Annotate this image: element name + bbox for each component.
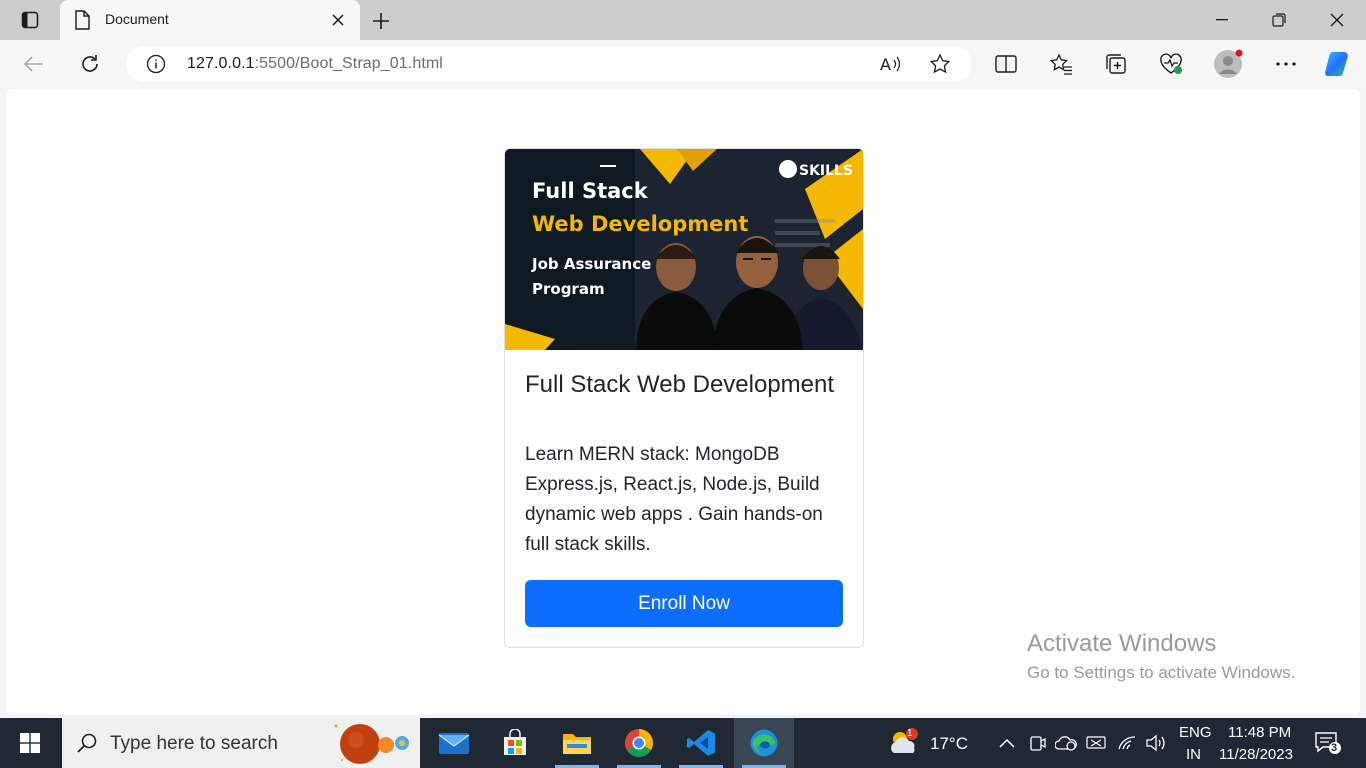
wifi-icon[interactable] [1116,732,1138,754]
search-placeholder: Type here to search [110,733,278,754]
banner-line4: Program [532,280,605,298]
activate-windows-title: Activate Windows [1027,630,1217,657]
weather-icon[interactable] [888,727,922,759]
favorites-icon[interactable] [1045,49,1077,79]
close-window-icon[interactable] [1314,4,1360,36]
banner-line1: Full Stack [532,179,649,203]
document-icon [74,10,92,30]
volume-speaker-icon[interactable] [1145,732,1167,754]
new-tab-icon[interactable] [368,8,394,34]
file-explorer-icon[interactable] [547,718,607,768]
input-language-top[interactable]: ENG [1179,724,1212,741]
taskbar-search-box[interactable]: Type here to search [62,718,420,768]
enroll-now-button[interactable]: Enroll Now [525,580,843,627]
show-hidden-icons-chevron-up-icon[interactable] [996,732,1018,754]
site-info-icon[interactable] [146,54,166,79]
input-language-bottom[interactable]: IN [1186,746,1201,763]
browser-toolbar: 127.0.0.1:5500/Boot_Strap_01.html A [0,40,1366,88]
browser-titlebar: Document [0,0,1366,40]
url-host: 127.0.0.1 [187,55,255,72]
back-icon[interactable] [18,49,50,79]
page-viewport: SKILLS Full Stack Web Development Job As… [6,89,1360,715]
onedrive-cloud-icon[interactable] [1055,732,1077,754]
close-tab-icon[interactable] [328,10,348,30]
vscode-app-icon[interactable] [671,718,731,768]
profile-avatar-icon[interactable] [1212,49,1244,79]
collections-icon[interactable] [1100,49,1132,79]
card-description: Learn MERN stack: MongoDB Express.js, Re… [525,444,823,555]
refresh-icon[interactable] [74,49,106,79]
url-path: :5500/Boot_Strap_01.html [254,55,443,72]
address-bar[interactable]: 127.0.0.1:5500/Boot_Strap_01.html A [126,46,972,82]
meet-now-icon[interactable] [1026,732,1048,754]
svg-text:A: A [880,55,891,74]
banner-brand: SKILLS [799,163,853,179]
network-connection-icon[interactable] [1085,732,1107,754]
more-options-icon[interactable] [1270,49,1302,79]
notification-center-icon[interactable] [1314,730,1342,756]
copilot-icon[interactable] [1322,49,1354,79]
notification-count-badge: 3 [1331,742,1338,754]
banner-line2: Web Development [532,212,748,236]
course-banner-image: SKILLS Full Stack Web Development Job As… [505,149,863,350]
restore-icon[interactable] [1256,4,1302,36]
tab-actions-icon[interactable] [13,8,47,32]
favorite-star-icon[interactable] [929,53,951,80]
tab-title: Document [105,11,169,27]
clock-time[interactable]: 11:48 PM [1228,724,1291,741]
store-app-icon[interactable] [485,718,545,768]
windows-taskbar: Type here to search 1 17°C ENG IN 11:48 … [0,718,1366,768]
minimize-icon[interactable] [1199,4,1245,36]
search-icon [76,732,98,759]
browser-essentials-icon[interactable] [1155,49,1187,79]
edge-app-icon[interactable] [734,718,794,768]
windows-start-icon[interactable] [0,718,60,768]
banner-line3: Job Assurance [531,255,651,273]
weather-alert-badge: 1 [907,728,913,739]
split-screen-icon[interactable] [990,49,1022,79]
course-card: SKILLS Full Stack Web Development Job As… [504,148,864,648]
weather-temperature[interactable]: 17°C [930,734,968,754]
url-text: 127.0.0.1:5500/Boot_Strap_01.html [187,55,443,73]
search-highlight-icon[interactable] [330,720,416,768]
read-aloud-icon[interactable]: A [880,54,902,79]
tab-document[interactable]: Document [60,0,360,40]
mail-app-icon[interactable] [424,718,484,768]
chrome-app-icon[interactable] [609,718,669,768]
card-title: Full Stack Web Development [525,371,835,398]
clock-date[interactable]: 11/28/2023 [1219,746,1293,763]
activate-windows-subtitle: Go to Settings to activate Windows. [1027,663,1296,682]
banner-artwork: SKILLS Full Stack Web Development Job As… [505,149,863,350]
